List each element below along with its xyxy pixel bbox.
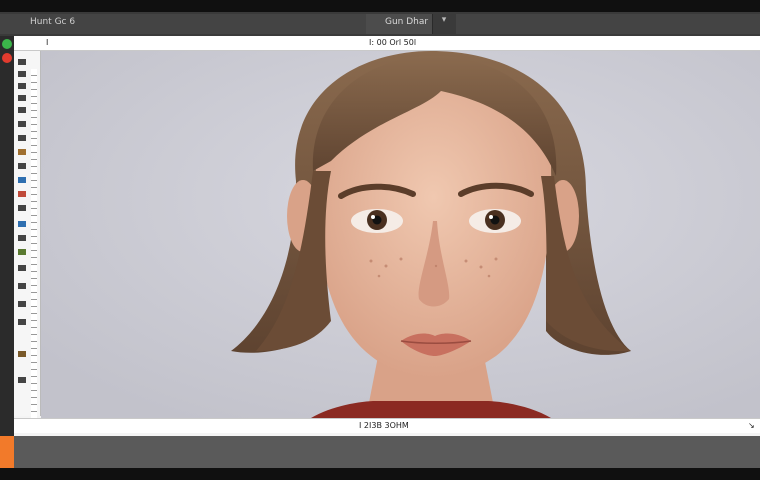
tab-cell[interactable] — [500, 14, 523, 34]
tab-cell[interactable] — [742, 14, 760, 34]
eyedropper-tool-icon[interactable] — [18, 121, 26, 127]
tab-cell[interactable] — [456, 14, 479, 34]
tab-cell[interactable] — [720, 14, 743, 34]
chevron-down-icon[interactable]: ▾ — [437, 15, 451, 31]
eraser-tool-icon[interactable] — [18, 191, 26, 197]
tab-cell[interactable] — [522, 14, 545, 34]
tab-cell[interactable] — [300, 14, 323, 34]
tab-cell[interactable] — [190, 14, 213, 34]
brush-tool-icon[interactable] — [18, 149, 26, 155]
tab-cell[interactable] — [654, 14, 677, 34]
tab-cell[interactable] — [322, 14, 345, 34]
tab-cell[interactable] — [632, 14, 655, 34]
green-circle-icon[interactable] — [2, 39, 12, 49]
top-system-bar — [0, 0, 760, 12]
tab-cell[interactable] — [698, 14, 721, 34]
timeline-handle-icon[interactable] — [0, 436, 14, 468]
tab-cell[interactable] — [234, 14, 257, 34]
type-tool-icon[interactable] — [18, 249, 26, 255]
tab-cell[interactable] — [124, 14, 147, 34]
tab-cell[interactable] — [168, 14, 191, 34]
tab-cell[interactable] — [344, 14, 367, 34]
pen-tool-icon[interactable] — [18, 235, 26, 241]
red-circle-icon[interactable] — [2, 53, 12, 63]
hand-tool-icon[interactable] — [18, 301, 26, 307]
options-readout: I: 00 Orl 50l — [369, 38, 417, 47]
tab-cell[interactable] — [256, 14, 279, 34]
stamp-tool-icon[interactable] — [18, 163, 26, 169]
tab-cell[interactable] — [102, 14, 125, 34]
vertical-ruler — [31, 69, 37, 427]
canvas-area[interactable] — [41, 51, 760, 418]
gradient-tool-icon[interactable] — [18, 205, 26, 211]
options-glyph[interactable]: I — [46, 38, 48, 47]
corner-arrow-icon[interactable]: ↘ — [748, 421, 755, 430]
editor-window: I I: 00 Orl 50l I 2I3B 3OHM ↘ — [14, 36, 760, 436]
zoom-tool-icon[interactable] — [18, 319, 26, 325]
tab-cell[interactable] — [566, 14, 589, 34]
quick-mask-icon[interactable] — [18, 377, 26, 383]
history-brush-icon[interactable] — [18, 177, 26, 183]
status-bar: I 2I3B 3OHM ↘ — [14, 418, 760, 433]
marquee-tool-icon[interactable] — [18, 71, 26, 77]
status-readout: I 2I3B 3OHM — [359, 421, 409, 430]
options-bar: I I: 00 Orl 50l — [14, 36, 760, 51]
toolbox — [14, 51, 41, 427]
tab-cell[interactable] — [610, 14, 633, 34]
tab-cell[interactable] — [146, 14, 169, 34]
left-dock-strip — [0, 36, 14, 436]
shape-tool-icon[interactable] — [18, 283, 26, 289]
tab-cell[interactable] — [676, 14, 699, 34]
portrait-image — [41, 51, 760, 418]
timeline-panel — [0, 436, 760, 468]
tab-cell[interactable] — [278, 14, 301, 34]
lasso-tool-icon[interactable] — [18, 83, 26, 89]
foreground-color-icon[interactable] — [18, 351, 26, 357]
path-tool-icon[interactable] — [18, 265, 26, 271]
tab-main-label: Hunt Gc 6 — [30, 17, 76, 27]
bottom-system-bar — [0, 468, 760, 480]
tab-cell[interactable] — [0, 14, 23, 34]
tab-strip: Hunt Gc 6 Gun Dhar ▾ — [0, 12, 760, 37]
crop-tool-icon[interactable] — [18, 107, 26, 113]
healing-tool-icon[interactable] — [18, 135, 26, 141]
wand-tool-icon[interactable] — [18, 95, 26, 101]
tab-cell[interactable] — [212, 14, 235, 34]
dodge-tool-icon[interactable] — [18, 221, 26, 227]
tab-cell[interactable] — [544, 14, 567, 34]
tab-cell[interactable] — [588, 14, 611, 34]
tab-cell[interactable] — [478, 14, 501, 34]
tab-active-label: Gun Dhar — [385, 17, 429, 27]
move-tool-icon[interactable] — [18, 59, 26, 65]
